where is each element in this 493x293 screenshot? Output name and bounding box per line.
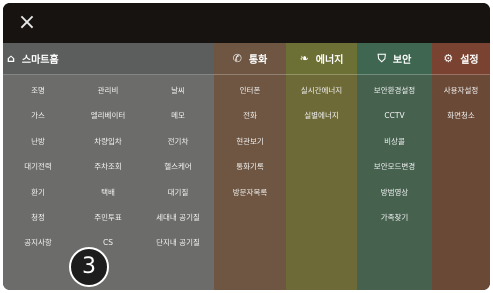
menu-panel: × ⌂ 스마트홈 조명 관리비 날씨가스 엘리베이터 메모난방 차량입차 전기차대기전력 주차… [3,3,490,290]
menu-item[interactable]: 실시간에너지 [287,83,357,99]
phone-icon: ✆ [232,52,242,65]
call-header[interactable]: ✆ 통화 [214,43,286,75]
menu-item[interactable]: 비상콜 [360,134,430,150]
call-title: 통화 [248,55,268,66]
menu-item[interactable]: 현관보기 [215,134,285,150]
menu-item[interactable]: 주차조회 [73,159,143,175]
menu-item[interactable]: 인터폰 [215,83,285,99]
menu-item[interactable]: 보안환경설정 [360,83,430,99]
menu-item[interactable]: 가스 [3,108,73,124]
step-number-badge: 3 [69,247,109,287]
energy-title: 에너지 [315,55,344,66]
menu-item[interactable]: 단지내 공기질 [143,235,213,251]
home-icon: ⌂ [7,52,15,65]
menu-item[interactable]: 날씨 [143,83,213,99]
menu-item[interactable]: 실별에너지 [287,108,357,124]
menu-item[interactable]: 공지사항 [3,235,73,251]
menu-item[interactable]: 가족찾기 [360,210,430,226]
security-title: 보안 [392,55,412,66]
settings-header[interactable]: ⚙ 설정 [432,43,490,75]
menu-item[interactable]: 주민투표 [73,210,143,226]
gear-icon: ⚙ [443,52,454,65]
top-bar: × [3,3,490,43]
settings-column: ⚙ 설정 사용자설정 화면청소 [432,43,490,290]
menu-item[interactable]: 방범영상 [360,185,430,201]
menu-item[interactable]: 보안모드변경 [360,159,430,175]
menu-item[interactable]: 대기질 [143,185,213,201]
energy-header[interactable]: ❧ 에너지 [286,43,357,75]
smart-home-title: 스마트홈 [21,55,59,66]
security-items: 보안환경설정 CCTV 비상콜보안모드변경방범영상가족찾기 [357,75,432,290]
settings-title: 설정 [460,55,479,66]
menu-item[interactable]: 전화 [215,108,285,124]
call-column: ✆ 통화 인터폰전화현관보기통화기록방문자목록 [214,43,286,290]
smart-home-column: ⌂ 스마트홈 조명 관리비 날씨가스 엘리베이터 메모난방 차량입차 전기차대기전력 주차조회… [3,43,214,290]
energy-column: ❧ 에너지 실시간에너지실별에너지 [286,43,357,290]
menu-item[interactable]: CCTV [360,108,430,124]
shield-icon: ⛉ [377,51,386,65]
menu-item[interactable]: 엘리베이터 [73,108,143,124]
smart-home-header[interactable]: ⌂ 스마트홈 [3,43,214,75]
call-items: 인터폰전화현관보기통화기록방문자목록 [214,75,286,290]
menu-item[interactable]: 메모 [143,108,213,124]
menu-item[interactable]: 방문자목록 [215,185,285,201]
security-header[interactable]: ⛉ 보안 [357,43,432,75]
menu-item[interactable]: 난방 [3,134,73,150]
menu-item[interactable]: 대기전력 [3,159,73,175]
menu-item[interactable]: 화면청소 [426,108,490,124]
menu-item[interactable]: 헬스케어 [143,159,213,175]
close-icon[interactable]: × [15,11,39,35]
menu-item[interactable]: 사용자설정 [426,83,490,99]
security-column: ⛉ 보안 보안환경설정 CCTV 비상콜보안모드변경방범영상가족찾기 [357,43,432,290]
menu-item[interactable]: 통화기록 [215,159,285,175]
settings-items: 사용자설정 화면청소 [432,75,490,290]
menu-item[interactable]: 관리비 [73,83,143,99]
menu-item[interactable]: 택배 [73,185,143,201]
menu-item[interactable]: 차량입차 [73,134,143,150]
menu-item[interactable]: 세대내 공기질 [143,210,213,226]
menu-item[interactable]: 전기차 [143,134,213,150]
energy-items: 실시간에너지실별에너지 [286,75,357,290]
menu-item[interactable]: 청정 [3,210,73,226]
menu-item[interactable]: 조명 [3,83,73,99]
leaf-icon: ❧ [299,52,309,65]
menu-item[interactable]: 환기 [3,185,73,201]
smart-home-items: 조명 관리비 날씨가스 엘리베이터 메모난방 차량입차 전기차대기전력 주차조회 헬스케어환기 택… [3,75,214,290]
